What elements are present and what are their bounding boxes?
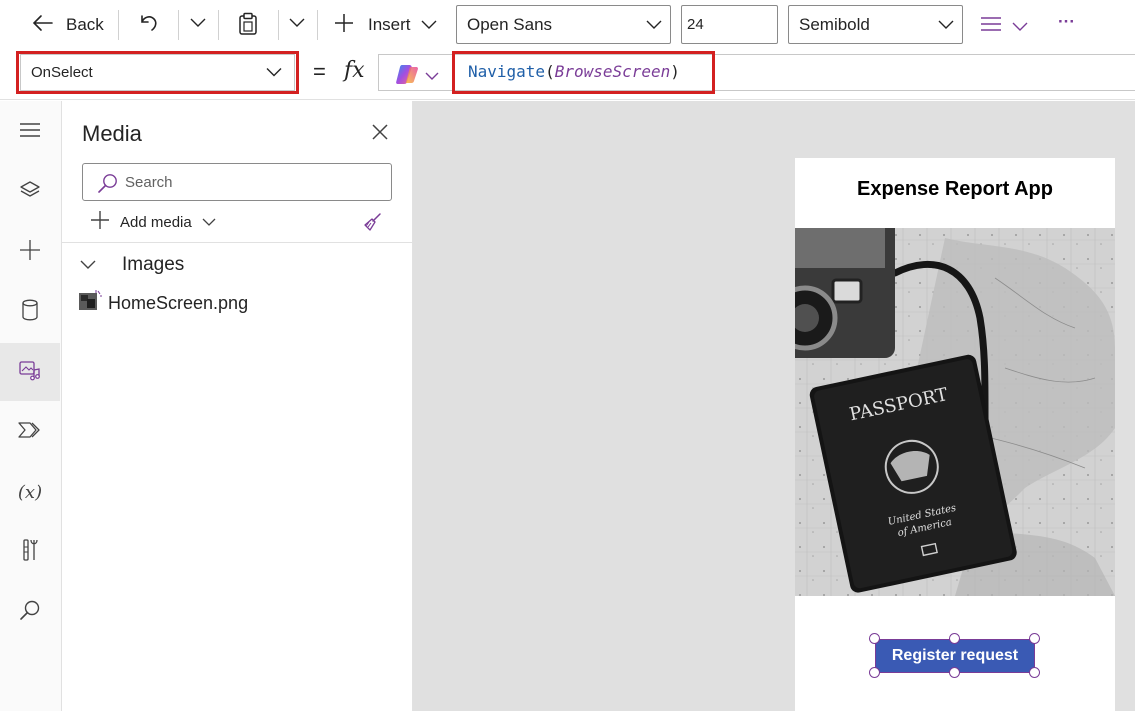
resize-handle[interactable] [949, 633, 960, 644]
resize-handle[interactable] [1029, 633, 1040, 644]
close-icon [371, 124, 389, 145]
resize-handle[interactable] [869, 667, 880, 678]
power-automate-icon [18, 421, 42, 444]
tools-icon [21, 538, 39, 567]
equals-sign: = [313, 59, 326, 84]
back-arrow-icon [32, 14, 54, 37]
close-pane-button[interactable] [371, 123, 389, 146]
rail-data-button[interactable] [0, 283, 60, 341]
toolbar-divider [218, 10, 219, 40]
resize-handle[interactable] [1029, 667, 1040, 678]
media-file-name: HomeScreen.png [108, 292, 249, 313]
add-media-button[interactable]: Add media [90, 209, 216, 235]
rail-variables-button[interactable]: (x) [0, 463, 60, 521]
resize-handle[interactable] [869, 633, 880, 644]
rail-media-button[interactable] [0, 343, 60, 401]
design-canvas: Expense Report App PASSPORT United State… [413, 101, 1135, 711]
insert-button[interactable]: Insert [334, 12, 437, 38]
rail-tree-view-button[interactable] [0, 163, 60, 221]
undo-button[interactable] [138, 12, 160, 39]
highlight-formula [452, 51, 715, 94]
media-pane: Media Search Add media Images HomeScreen… [62, 101, 413, 711]
font-weight-value: Semibold [799, 14, 870, 34]
rail-menu-button[interactable] [0, 103, 60, 161]
layers-icon [19, 179, 41, 206]
font-weight-select[interactable]: Semibold [788, 5, 963, 44]
formula-bar: OnSelect = fx Navigate(BrowseScreen) [0, 50, 1135, 100]
chevron-down-icon [202, 214, 216, 231]
chevron-down-icon [421, 15, 437, 35]
image-thumbnail-icon [78, 289, 102, 317]
broom-icon [362, 213, 382, 236]
app-screen[interactable]: Expense Report App PASSPORT United State… [795, 158, 1115, 711]
media-icon [18, 359, 42, 386]
app-title[interactable]: Expense Report App [795, 178, 1115, 201]
chevron-down-icon [190, 18, 206, 28]
plus-icon [334, 13, 354, 38]
chevron-down-icon [646, 15, 662, 35]
hamburger-icon [19, 122, 41, 143]
search-icon [19, 599, 41, 626]
chevron-down-icon [938, 15, 954, 35]
pane-title: Media [82, 121, 142, 146]
font-size-input[interactable]: 24 [681, 5, 778, 44]
toolbar-divider [317, 10, 318, 40]
chevron-down-icon [1012, 17, 1028, 37]
paste-dropdown[interactable] [289, 18, 305, 28]
back-label: Back [66, 15, 104, 34]
left-rail: (x) [0, 101, 62, 711]
copilot-button[interactable] [395, 63, 439, 90]
undo-icon [138, 12, 160, 39]
chevron-down-icon [425, 68, 439, 86]
variables-icon: (x) [17, 481, 43, 503]
font-family-select[interactable]: Open Sans [456, 5, 671, 44]
database-icon [21, 299, 39, 326]
toolbar-divider [278, 10, 279, 40]
rail-insert-button[interactable] [0, 223, 60, 281]
images-section-label: Images [122, 254, 185, 275]
rail-power-automate-button[interactable] [0, 403, 60, 461]
rail-search-button[interactable] [0, 583, 60, 641]
hero-image[interactable]: PASSPORT United States of America [795, 228, 1115, 596]
more-options-button[interactable]: ··· [1058, 12, 1075, 32]
resize-handle[interactable] [949, 667, 960, 678]
add-media-label: Add media [120, 213, 192, 231]
text-align-button[interactable] [980, 16, 1028, 37]
back-button[interactable]: Back [32, 12, 104, 38]
media-search-input[interactable]: Search [82, 163, 392, 201]
highlight-property [16, 51, 299, 94]
insert-label: Insert [368, 15, 411, 34]
chevron-down-icon [80, 254, 96, 276]
font-family-value: Open Sans [467, 14, 553, 34]
fx-label: fx [344, 58, 365, 83]
search-icon [97, 173, 119, 197]
chevron-down-icon [289, 18, 305, 28]
plus-icon [19, 239, 41, 266]
clear-media-button[interactable] [362, 212, 382, 237]
undo-dropdown[interactable] [190, 18, 206, 28]
toolbar-divider [118, 10, 119, 40]
paste-icon [238, 12, 258, 41]
paste-button[interactable] [238, 12, 258, 41]
media-file-item[interactable]: HomeScreen.png [78, 289, 249, 317]
search-placeholder: Search [125, 173, 173, 191]
command-bar: Back Insert Open Sans 24 Semibold ··· [0, 0, 1135, 50]
toolbar-divider [178, 10, 179, 40]
plus-icon [90, 210, 110, 234]
font-size-value: 24 [687, 16, 704, 33]
rail-tools-button[interactable] [0, 523, 60, 581]
text-align-icon [980, 16, 1002, 37]
images-section-header[interactable]: Images [80, 251, 184, 279]
pane-divider [62, 242, 412, 243]
copilot-icon [395, 63, 419, 90]
